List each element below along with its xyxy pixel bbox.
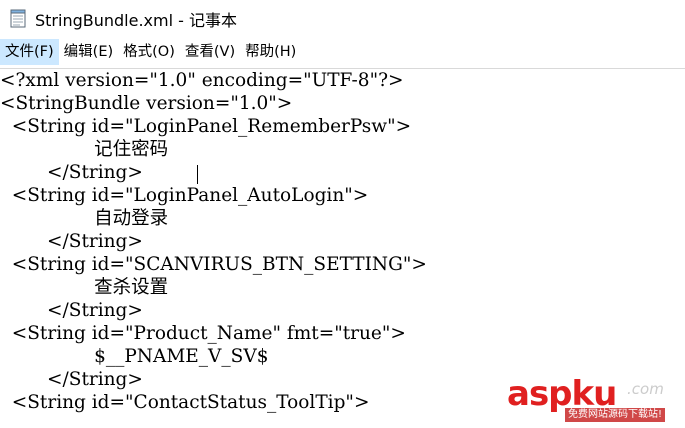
notepad-icon — [10, 8, 26, 28]
menu-file[interactable]: 文件(F) — [0, 39, 59, 65]
editor-line: </String> — [0, 162, 143, 183]
editor-line: </String> — [0, 231, 143, 252]
editor-line: <String id="ContactStatus_ToolTip"> — [0, 392, 370, 413]
menu-help[interactable]: 帮助(H) — [240, 39, 301, 65]
editor-line: 查杀设置 — [0, 277, 169, 298]
editor-line: 自动登录 — [0, 208, 169, 229]
watermark-logo-suffix: .com — [627, 380, 664, 398]
editor-line: <String id="LoginPanel_AutoLogin"> — [0, 185, 369, 206]
editor-line: </String> — [0, 369, 143, 390]
title-bar[interactable]: StringBundle.xml - 记事本 — [0, 0, 685, 36]
editor-line: <StringBundle version="1.0"> — [0, 93, 293, 114]
watermark-logo: aspku .com 免费网站源码下载站! — [507, 374, 677, 424]
editor-line: $__PNAME_V_SV$ — [0, 346, 269, 367]
editor-line: <String id="SCANVIRUS_BTN_SETTING"> — [0, 254, 427, 275]
editor-line: </String> — [0, 300, 143, 321]
editor-line: <String id="LoginPanel_RememberPsw"> — [0, 116, 412, 137]
watermark-logo-asp: asp — [507, 374, 573, 414]
watermark-subtitle: 免费网站源码下载站! — [565, 408, 666, 422]
editor-line: <String id="Product_Name" fmt="true"> — [0, 323, 406, 344]
editor-line: 记住密码 — [0, 139, 169, 160]
window-title: StringBundle.xml - 记事本 — [35, 11, 237, 30]
menu-bar: 文件(F) 编辑(E) 格式(O) 查看(V) 帮助(H) — [0, 38, 685, 66]
notepad-window: StringBundle.xml - 记事本 文件(F) 编辑(E) 格式(O)… — [0, 0, 685, 428]
text-cursor — [197, 165, 198, 184]
editor-line: <?xml version="1.0" encoding="UTF-8"?> — [0, 70, 404, 91]
menu-view[interactable]: 查看(V) — [180, 39, 240, 65]
menu-edit[interactable]: 编辑(E) — [59, 39, 118, 65]
menu-format[interactable]: 格式(O) — [118, 39, 180, 65]
